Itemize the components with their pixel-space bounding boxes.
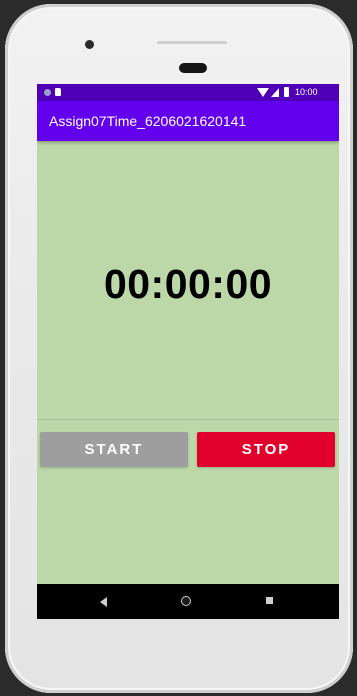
notification-dot-icon (44, 89, 51, 96)
front-camera (85, 40, 94, 49)
app-bar: Assign07Time_6206021620141 (37, 101, 339, 141)
recents-icon[interactable] (266, 597, 273, 604)
timer-display: 00:00:00 (103, 261, 273, 307)
wifi-icon (257, 88, 269, 97)
start-button[interactable]: START (40, 432, 188, 467)
stop-button[interactable]: STOP (197, 432, 335, 467)
battery-icon (284, 87, 289, 97)
app-title: Assign07Time_6206021620141 (49, 113, 247, 129)
home-icon[interactable] (181, 596, 191, 606)
sd-card-icon (55, 88, 61, 96)
cell-signal-icon (271, 88, 279, 97)
status-bar: 10:00 (37, 84, 339, 101)
timer-panel: 00:00:00 (37, 141, 339, 420)
status-time: 10:00 (295, 87, 318, 97)
earpiece-speaker (157, 41, 227, 44)
navigation-bar (37, 584, 339, 619)
proximity-sensor (179, 63, 207, 73)
back-icon[interactable] (100, 597, 107, 607)
device-screen: 10:00 Assign07Time_6206021620141 00:00:0… (37, 84, 339, 619)
